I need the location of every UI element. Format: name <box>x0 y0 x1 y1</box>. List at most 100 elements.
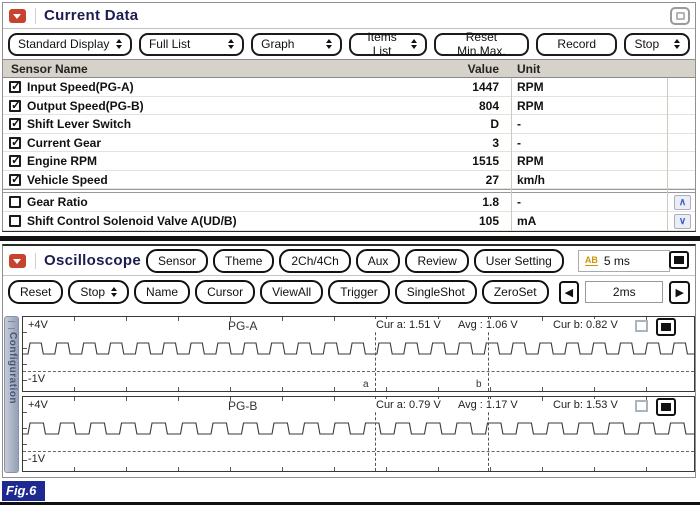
sensor-checkbox[interactable]: ✓ <box>9 137 21 149</box>
left-ticks <box>23 317 27 391</box>
window-restore-button[interactable] <box>670 7 690 25</box>
table-row[interactable]: Gear Ratio 1.8 - ∧ <box>3 193 695 212</box>
scroll-up-button[interactable]: ∧ <box>674 195 691 210</box>
channel-stop-button[interactable] <box>656 398 676 416</box>
trigger-button[interactable]: Trigger <box>328 280 390 304</box>
scroll-down-button[interactable]: ∨ <box>674 214 691 229</box>
sensor-unit: - <box>517 195 521 209</box>
ground-level-line <box>23 371 694 372</box>
bottom-border <box>0 502 700 505</box>
avg-reading: Avg : 1.17 V <box>456 399 520 411</box>
sensor-checkbox[interactable]: ✓ <box>9 100 21 112</box>
cursor-b-reading: Cur b: 1.53 V <box>551 399 620 411</box>
check-icon: ✓ <box>11 116 21 130</box>
sensor-button[interactable]: Sensor <box>146 249 208 273</box>
reset-button[interactable]: Reset <box>8 280 63 304</box>
table-row[interactable]: ✓ Shift Lever Switch D - <box>3 115 695 134</box>
stop-dropdown[interactable]: Stop <box>624 33 690 56</box>
ground-level-line <box>23 451 694 452</box>
sensor-value: 1515 <box>472 154 499 168</box>
sensor-value: 1.8 <box>482 195 499 209</box>
sensor-value: 1447 <box>472 80 499 94</box>
table-row[interactable]: ✓ Input Speed(PG-A) 1447 RPM <box>3 78 695 97</box>
table-row[interactable]: ✓ Vehicle Speed 27 km/h <box>3 171 695 190</box>
current-data-panel: Current Data Standard Display Full List … <box>2 2 696 232</box>
table-row[interactable]: ✓ Engine RPM 1515 RPM <box>3 152 695 171</box>
theme-button[interactable]: Theme <box>213 249 274 273</box>
review-button[interactable]: Review <box>405 249 468 273</box>
ab-cursor-icon: AB <box>585 256 598 266</box>
name-button[interactable]: Name <box>134 280 190 304</box>
check-icon: ✓ <box>11 172 21 186</box>
cursor-b-reading: Cur b: 0.82 V <box>551 319 620 331</box>
figure-label: Fig.6 <box>2 481 45 501</box>
sensor-checkbox[interactable]: ✓ <box>9 81 21 93</box>
stop-dropdown[interactable]: Stop <box>68 280 129 304</box>
sensor-unit: km/h <box>517 173 545 187</box>
sensor-name: Shift Control Solenoid Valve A(UD/B) <box>27 214 237 228</box>
column-divider <box>511 59 512 231</box>
single-shot-button[interactable]: SingleShot <box>395 280 477 304</box>
waveform-channel-pgb: +4V -1V PG-B Cur a: 0.79 V Avg : 1.17 V … <box>22 396 695 472</box>
vmax-label: +4V <box>28 399 48 411</box>
sensor-name: Vehicle Speed <box>27 173 108 187</box>
full-list-dropdown[interactable]: Full List <box>139 33 244 56</box>
table-row[interactable]: ✓ Output Speed(PG-B) 804 RPM <box>3 97 695 116</box>
sensor-value: 804 <box>479 99 499 113</box>
left-ticks <box>23 397 27 471</box>
user-setting-button[interactable]: User Setting <box>474 249 564 273</box>
current-data-titlebar: Current Data <box>3 3 695 29</box>
record-button[interactable]: Record <box>536 33 617 56</box>
channel-name: PG-A <box>228 319 257 333</box>
sensor-checkbox[interactable]: ✓ <box>9 174 21 186</box>
stop-square-icon <box>661 323 671 331</box>
table-row[interactable]: ✓ Current Gear 3 - <box>3 134 695 153</box>
oscilloscope-panel: Oscilloscope Sensor Theme 2Ch/4Ch Aux Re… <box>2 244 696 478</box>
sensor-checkbox[interactable]: ✓ <box>9 155 21 167</box>
sensor-unit: RPM <box>517 154 544 168</box>
standard-display-dropdown[interactable]: Standard Display <box>8 33 132 56</box>
bottom-ticks <box>23 467 694 471</box>
timebase-increase-button[interactable]: ▶ <box>669 281 690 304</box>
stop-square-icon <box>674 256 684 264</box>
waveform-channel-pga: +4V -1V PG-A Cur a: 1.51 V Avg : 1.06 V … <box>22 316 695 392</box>
channel-checkbox[interactable] <box>635 400 648 412</box>
check-icon: ✓ <box>11 79 21 93</box>
sensor-checkbox[interactable] <box>9 196 21 208</box>
col-value: Value <box>468 62 499 76</box>
cursor-a-label: a <box>363 379 369 390</box>
zero-set-button[interactable]: ZeroSet <box>482 280 549 304</box>
dropdown-label: Standard Display <box>18 37 109 51</box>
column-divider <box>667 59 668 231</box>
avg-reading: Avg : 1.06 V <box>456 319 520 331</box>
vmin-label: -1V <box>28 453 47 465</box>
check-icon: ✓ <box>11 153 21 167</box>
record-stop-button[interactable] <box>669 251 689 269</box>
timebase-decrease-button[interactable]: ◀ <box>559 281 580 304</box>
button-label: Record <box>557 37 596 51</box>
collapse-arrow-icon[interactable] <box>9 9 26 23</box>
sensor-checkbox[interactable] <box>9 215 21 227</box>
sensor-name: Gear Ratio <box>27 195 88 209</box>
sensor-name: Input Speed(PG-A) <box>27 80 134 94</box>
items-list-dropdown[interactable]: Items List <box>349 33 426 56</box>
collapse-arrow-icon[interactable] <box>9 254 26 268</box>
dropdown-arrows-icon <box>228 36 234 52</box>
sensor-checkbox[interactable]: ✓ <box>9 118 21 130</box>
cursor-b-label: b <box>476 379 482 390</box>
reset-min-max-button[interactable]: Reset Min.Max. <box>434 33 529 56</box>
graph-dropdown[interactable]: Graph <box>251 33 342 56</box>
channel-checkbox[interactable] <box>635 320 648 332</box>
channel-mode-button[interactable]: 2Ch/4Ch <box>279 249 350 273</box>
current-data-toolbar: Standard Display Full List Graph Items L… <box>3 29 695 59</box>
scan-tool-screen: Current Data Standard Display Full List … <box>0 0 700 506</box>
channel-stop-button[interactable] <box>656 318 676 336</box>
cursor-button[interactable]: Cursor <box>195 280 255 304</box>
view-all-button[interactable]: ViewAll <box>260 280 323 304</box>
configuration-side-tab[interactable]: Configuration <box>4 316 19 473</box>
cursor-time-value: 5 ms <box>604 254 630 268</box>
dropdown-label: Full List <box>149 37 190 51</box>
table-row[interactable]: Shift Control Solenoid Valve A(UD/B) 105… <box>3 212 695 231</box>
aux-button[interactable]: Aux <box>356 249 401 273</box>
dropdown-arrows-icon <box>111 284 117 300</box>
